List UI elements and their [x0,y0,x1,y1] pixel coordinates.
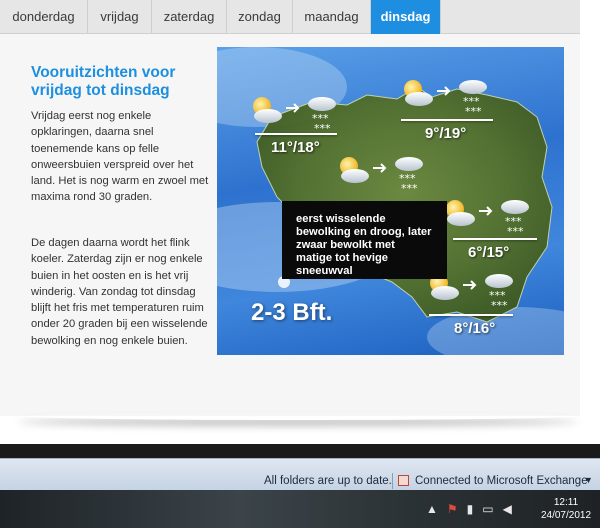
tab-zaterdag[interactable]: zaterdag [152,0,227,34]
temp-north: 9°/19° [425,125,467,142]
clock-time: 12:11 [553,497,579,508]
tab-vrijdag[interactable]: vrijdag [88,0,152,34]
system-clock[interactable]: 12:11 24/07/2012 [536,496,596,522]
panel-shadow [18,412,578,420]
volume-icon[interactable]: ◀ [503,502,512,516]
temp-underline-east [453,238,537,240]
forecast-paragraph-1: Vrijdag eerst nog enkele opklaringen, da… [31,110,209,204]
show-hidden-icons-icon[interactable]: ▲ [426,502,438,516]
svg-text:***: *** [491,299,508,311]
wind-force: 2-3 Bft. [251,299,333,326]
tab-donderdag[interactable]: donderdag [0,0,88,34]
tab-dinsdag[interactable]: dinsdag [371,0,441,41]
exchange-icon [398,475,409,486]
partly-cloudy-icon: *** *** [253,97,336,134]
device-icon[interactable]: ▮ [467,502,474,516]
status-bar: All folders are up to date. Connected to… [0,458,600,490]
window-edge [0,444,600,458]
temp-east: 6°/15° [468,244,510,261]
svg-text:***: *** [465,105,482,117]
system-tray: ▲ ⚑ ▮ ▭ ◀ [426,490,521,528]
taskbar: ▲ ⚑ ▮ ▭ ◀ [0,490,600,528]
partly-cloudy-icon: *** *** [404,80,487,117]
temp-south: 8°/16° [454,320,496,337]
chevron-down-icon[interactable]: ▼ [584,475,593,485]
partly-cloudy-icon: *** *** [340,157,423,194]
temp-underline-north [401,119,493,121]
weather-map: *** *** 11°/18° *** *** 9°/19° *** *** *… [217,47,564,355]
status-separator [392,473,393,489]
temp-underline-south [429,314,513,316]
connection-status[interactable]: Connected to Microsoft Exchange [415,475,588,487]
tab-maandag[interactable]: maandag [293,0,371,34]
folders-status: All folders are up to date. [264,475,392,487]
day-tabs: donderdag vrijdag zaterdag zondag maanda… [0,0,580,41]
temp-west: 11°/18° [271,139,320,156]
svg-text:***: *** [401,182,418,194]
network-icon[interactable]: ▭ [482,502,493,516]
tab-zondag[interactable]: zondag [227,0,293,34]
partly-cloudy-icon: *** *** [446,200,529,237]
svg-text:***: *** [507,225,524,237]
clock-date: 24/07/2012 [540,510,592,521]
forecast-headline: Vooruitzichten voor vrijdag tot dinsdag [31,64,176,99]
temp-underline-west [255,133,337,135]
forecast-tooltip: eerst wisselende bewolking en droog, lat… [282,201,447,279]
action-center-flag-icon[interactable]: ⚑ [447,502,458,516]
forecast-paragraph-2: De dagen daarna wordt het flink koeler. … [31,237,208,347]
